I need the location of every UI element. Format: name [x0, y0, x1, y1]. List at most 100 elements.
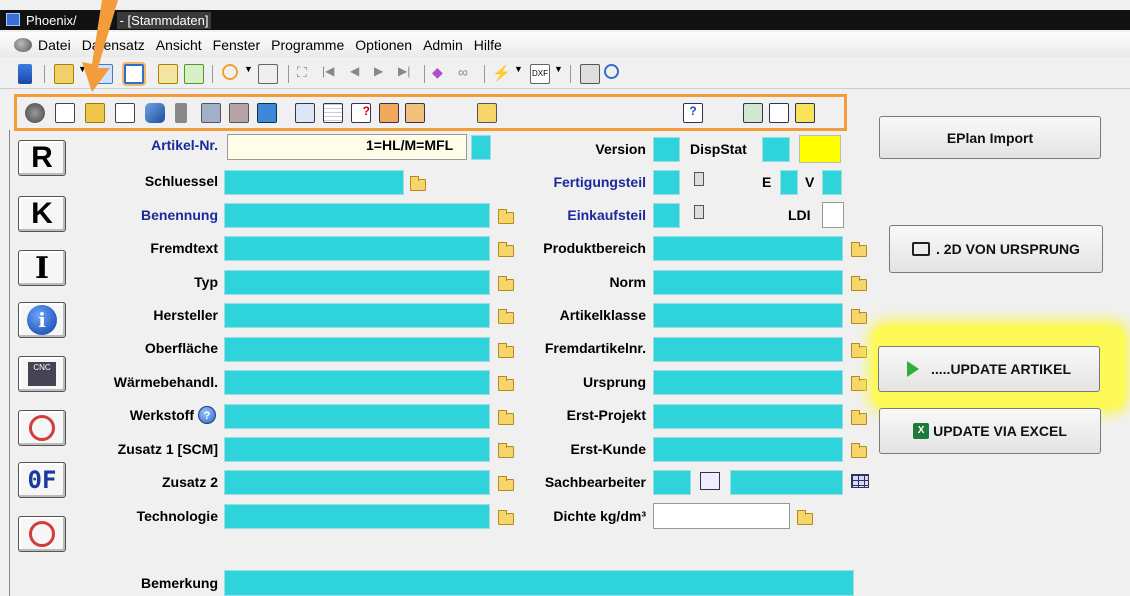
people-icon[interactable] — [405, 103, 425, 123]
user-gear-play-button[interactable] — [18, 410, 66, 446]
magnifier-page-icon[interactable] — [769, 103, 789, 123]
oberflaeche-folder-icon[interactable] — [498, 343, 514, 358]
last-record-icon[interactable]: ▶| — [398, 64, 418, 84]
text-field-icon[interactable] — [115, 103, 135, 123]
card-icon[interactable] — [55, 103, 75, 123]
artikel-type-field[interactable] — [471, 135, 491, 160]
of-button[interactable]: 0F — [18, 462, 66, 498]
oberflaeche-field[interactable] — [224, 337, 490, 362]
eraser-icon[interactable] — [145, 103, 165, 123]
menu-fenster[interactable]: Fenster — [213, 37, 260, 53]
user-gear-search-button[interactable] — [18, 516, 66, 552]
einkaufsteil-field[interactable] — [653, 203, 680, 228]
i-button[interactable]: I — [18, 250, 66, 286]
zusatz1-folder-icon[interactable] — [498, 443, 514, 458]
export-icon[interactable]: ◆ — [432, 64, 452, 84]
typ-field[interactable] — [224, 270, 490, 295]
sachbearbeiter-table-icon[interactable] — [851, 474, 869, 488]
erst-kunde-field[interactable] — [653, 437, 843, 462]
save-icon[interactable] — [18, 64, 32, 84]
lightning-icon[interactable]: ⚡ — [492, 64, 512, 84]
sachbearbeiter-search-icon[interactable] — [700, 472, 720, 490]
part-icon[interactable] — [201, 103, 221, 123]
fertigungsteil-lock-icon[interactable] — [694, 172, 704, 186]
erst-projekt-folder-icon[interactable] — [851, 410, 867, 425]
fremdtext-folder-icon[interactable] — [498, 242, 514, 257]
artikelklasse-folder-icon[interactable] — [851, 309, 867, 324]
screen-icon[interactable] — [257, 103, 277, 123]
page-icon[interactable] — [743, 103, 763, 123]
tools-icon[interactable] — [85, 103, 105, 123]
k-button[interactable]: K — [18, 196, 66, 232]
person-icon[interactable] — [379, 103, 399, 123]
search-icon[interactable] — [222, 64, 238, 80]
zusatz2-field[interactable] — [224, 470, 490, 495]
fertigungsteil-field[interactable] — [653, 170, 680, 195]
part-red-icon[interactable] — [229, 103, 249, 123]
menu-programme[interactable]: Programme — [271, 37, 344, 53]
fremdtext-field[interactable] — [224, 236, 490, 261]
list-icon[interactable] — [258, 64, 278, 84]
werkstoff-help-icon[interactable]: ? — [198, 406, 216, 424]
search-dropdown-icon[interactable]: ▼ — [244, 64, 254, 84]
ursprung-folder-icon[interactable] — [851, 376, 867, 391]
dichte-folder-icon[interactable] — [797, 510, 813, 525]
benennung-field[interactable] — [224, 203, 490, 228]
hersteller-folder-icon[interactable] — [498, 309, 514, 324]
zusatz2-folder-icon[interactable] — [498, 476, 514, 491]
dispstat-field[interactable] — [762, 137, 790, 162]
dxf-dropdown-icon[interactable]: ▼ — [554, 64, 564, 84]
folder-open-icon[interactable] — [477, 103, 497, 123]
sachbearbeiter-name-field[interactable] — [730, 470, 843, 495]
warning-icon[interactable] — [795, 103, 815, 123]
typ-folder-icon[interactable] — [498, 276, 514, 291]
erst-projekt-field[interactable] — [653, 404, 843, 429]
previous-record-icon[interactable]: ◀ — [350, 64, 370, 84]
update-via-excel-button[interactable]: X UPDATE VIA EXCEL — [879, 408, 1101, 454]
ldi-field[interactable] — [822, 202, 844, 228]
app-menu-icon[interactable] — [14, 37, 32, 52]
first-record-icon[interactable]: |◀ — [322, 64, 342, 84]
ursprung-field[interactable] — [653, 370, 843, 395]
calendar-icon[interactable] — [323, 103, 343, 123]
waermebehandl-field[interactable] — [224, 370, 490, 395]
eplan-import-button[interactable]: EPlan Import — [879, 116, 1101, 159]
produktbereich-folder-icon[interactable] — [851, 242, 867, 257]
waermebehandl-folder-icon[interactable] — [498, 376, 514, 391]
menu-admin[interactable]: Admin — [423, 37, 463, 53]
schluessel-field[interactable] — [224, 170, 404, 195]
zusatz1-field[interactable] — [224, 437, 490, 462]
info-button[interactable]: i — [18, 302, 66, 338]
2d-von-ursprung-button[interactable]: . 2D VON URSPRUNG — [889, 225, 1103, 273]
erst-kunde-folder-icon[interactable] — [851, 443, 867, 458]
werkstoff-field[interactable] — [224, 404, 490, 429]
update-artikel-button[interactable]: .....UPDATE ARTIKEL — [878, 346, 1100, 392]
hersteller-field[interactable] — [224, 303, 490, 328]
werkstoff-folder-icon[interactable] — [498, 410, 514, 425]
add-record-icon[interactable] — [184, 64, 204, 84]
v-field[interactable] — [822, 170, 842, 195]
fremdartikelnr-field[interactable] — [653, 337, 843, 362]
schluessel-folder-icon[interactable] — [410, 176, 426, 191]
technologie-field[interactable] — [224, 504, 490, 529]
produktbereich-field[interactable] — [653, 236, 843, 261]
bemerkung-field[interactable] — [224, 570, 854, 596]
menu-optionen[interactable]: Optionen — [355, 37, 412, 53]
dxf-icon[interactable]: DXF — [530, 64, 550, 84]
filter-icon[interactable]: ⛶ — [297, 64, 317, 84]
r-button[interactable]: R — [18, 140, 66, 176]
fremdartikelnr-folder-icon[interactable] — [851, 343, 867, 358]
question-icon[interactable]: ? — [351, 103, 371, 123]
lightning-dropdown-icon[interactable]: ▼ — [514, 64, 524, 84]
user-icon[interactable] — [25, 103, 45, 123]
link-icon[interactable]: ∞ — [458, 64, 478, 84]
window-icon[interactable] — [295, 103, 315, 123]
e-field[interactable] — [780, 170, 798, 195]
norm-field[interactable] — [653, 270, 843, 295]
artikelklasse-field[interactable] — [653, 303, 843, 328]
print-icon[interactable] — [580, 64, 600, 84]
technologie-folder-icon[interactable] — [498, 510, 514, 525]
screw-icon[interactable] — [175, 103, 187, 123]
next-record-icon[interactable]: ▶ — [374, 64, 394, 84]
dichte-field[interactable] — [653, 503, 790, 529]
